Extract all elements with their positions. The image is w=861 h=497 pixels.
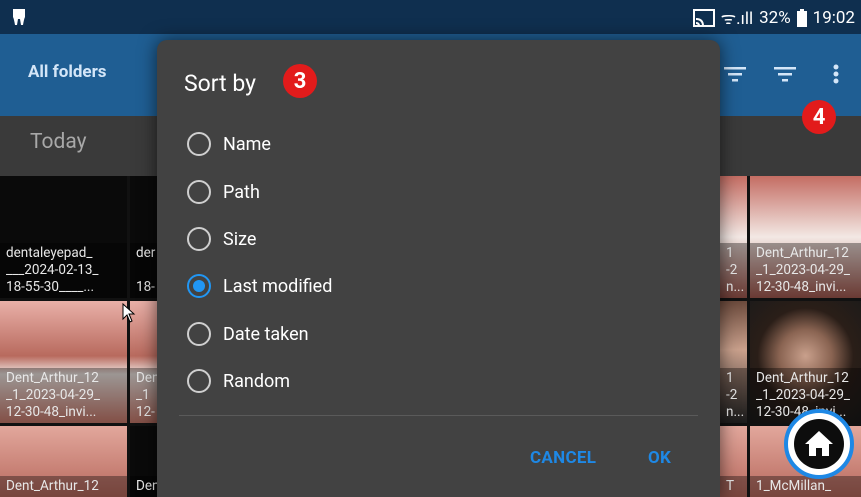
thumbnail-caption: T	[720, 476, 747, 497]
status-bar: ᯤ.ıll 32% 19:02	[0, 0, 861, 34]
cursor-icon	[122, 303, 136, 323]
radio-button[interactable]	[187, 132, 211, 156]
status-indicators: ᯤ.ıll 32% 19:02	[692, 6, 855, 29]
sort-icon[interactable]	[772, 62, 798, 86]
thumbnail-caption: Dent_Arthur_12 _1_2023-04-29_ 12-30-48_i…	[750, 243, 861, 298]
thumbnail[interactable]: dentaleyepad_ ___2024-02-13_ 18-55-30___…	[0, 176, 127, 298]
thumbnail-caption: Den _1 12-	[130, 368, 157, 423]
home-button-inner	[794, 419, 844, 469]
radio-button[interactable]	[187, 369, 211, 393]
cancel-button[interactable]: CANCEL	[530, 448, 596, 468]
dialog-title-text: Sort by	[184, 70, 257, 97]
dialog-title: Sort by	[184, 70, 256, 97]
sort-option-size[interactable]: Size	[187, 219, 256, 259]
battery-percent: 32%	[759, 7, 791, 28]
thumbnail[interactable]: T	[720, 426, 747, 497]
thumbnail-caption: dentaleyepad_ ___2024-02-13_ 18-55-30___…	[0, 243, 127, 298]
thumbnail-caption: der 18-	[130, 243, 157, 298]
clock: 19:02	[812, 7, 855, 28]
sort-option-path[interactable]: Path	[187, 172, 260, 212]
thumbnail-caption: 1 -2 n...	[720, 368, 747, 423]
sort-option-date-taken[interactable]: Date taken	[187, 314, 309, 354]
radio-button[interactable]	[187, 322, 211, 346]
thumbnail[interactable]: Dent_Arthur_12 _1_2023-04-29_ 12-30-48_i…	[0, 301, 127, 423]
thumbnail[interactable]: Den	[130, 426, 157, 497]
wifi-signal-icon: ᯤ.ıll	[720, 9, 754, 29]
thumbnail[interactable]: 1 -2 n...	[720, 176, 747, 298]
home-icon	[805, 431, 833, 456]
home-button[interactable]	[784, 409, 854, 479]
thumbnail[interactable]: Dent_Arthur_12	[0, 426, 127, 497]
option-label: Path	[223, 181, 260, 203]
thumbnail-caption: 1_McMillan_	[750, 476, 861, 497]
tooth-icon	[13, 9, 25, 25]
radio-button-selected[interactable]	[187, 274, 211, 298]
sort-option-last-modified[interactable]: Last modified	[187, 266, 332, 306]
option-label: Last modified	[223, 275, 333, 297]
sort-dialog: Sort by 3 Name Path Size Last modified D…	[157, 40, 720, 497]
thumbnail-caption: Dent_Arthur_12	[0, 476, 127, 497]
thumbnail[interactable]: Dent_Arthur_12 _1_2023-04-29_ 12-30-48_i…	[750, 301, 861, 423]
option-label: Date taken	[223, 323, 309, 345]
sort-option-random[interactable]: Random	[187, 361, 290, 401]
ok-button[interactable]: OK	[648, 448, 671, 468]
thumbnail[interactable]: 1 -2 n...	[720, 301, 747, 423]
battery-icon	[796, 8, 807, 27]
option-label: Size	[223, 228, 257, 250]
thumbnail[interactable]: der 18-	[130, 176, 157, 298]
cast-icon	[692, 8, 715, 27]
more-vert-icon[interactable]	[830, 62, 842, 86]
dialog-divider	[179, 415, 698, 416]
radio-button[interactable]	[187, 180, 211, 204]
option-label: Name	[223, 133, 271, 155]
annotation-badge-3: 3	[283, 64, 317, 98]
annotation-badge-4: 4	[802, 100, 836, 134]
section-label: Today	[30, 130, 87, 154]
thumbnail[interactable]: Dent_Arthur_12 _1_2023-04-29_ 12-30-48_i…	[750, 176, 861, 298]
sort-option-name[interactable]: Name	[187, 124, 271, 164]
radio-button[interactable]	[187, 227, 211, 251]
thumbnail-caption: 1 -2 n...	[720, 243, 747, 298]
thumbnail-caption: Den	[130, 476, 157, 497]
folder-title[interactable]: All folders	[28, 62, 107, 82]
filter-icon[interactable]	[722, 62, 748, 86]
thumbnail-caption: Dent_Arthur_12 _1_2023-04-29_ 12-30-48_i…	[0, 368, 127, 423]
option-label: Random	[223, 370, 291, 392]
